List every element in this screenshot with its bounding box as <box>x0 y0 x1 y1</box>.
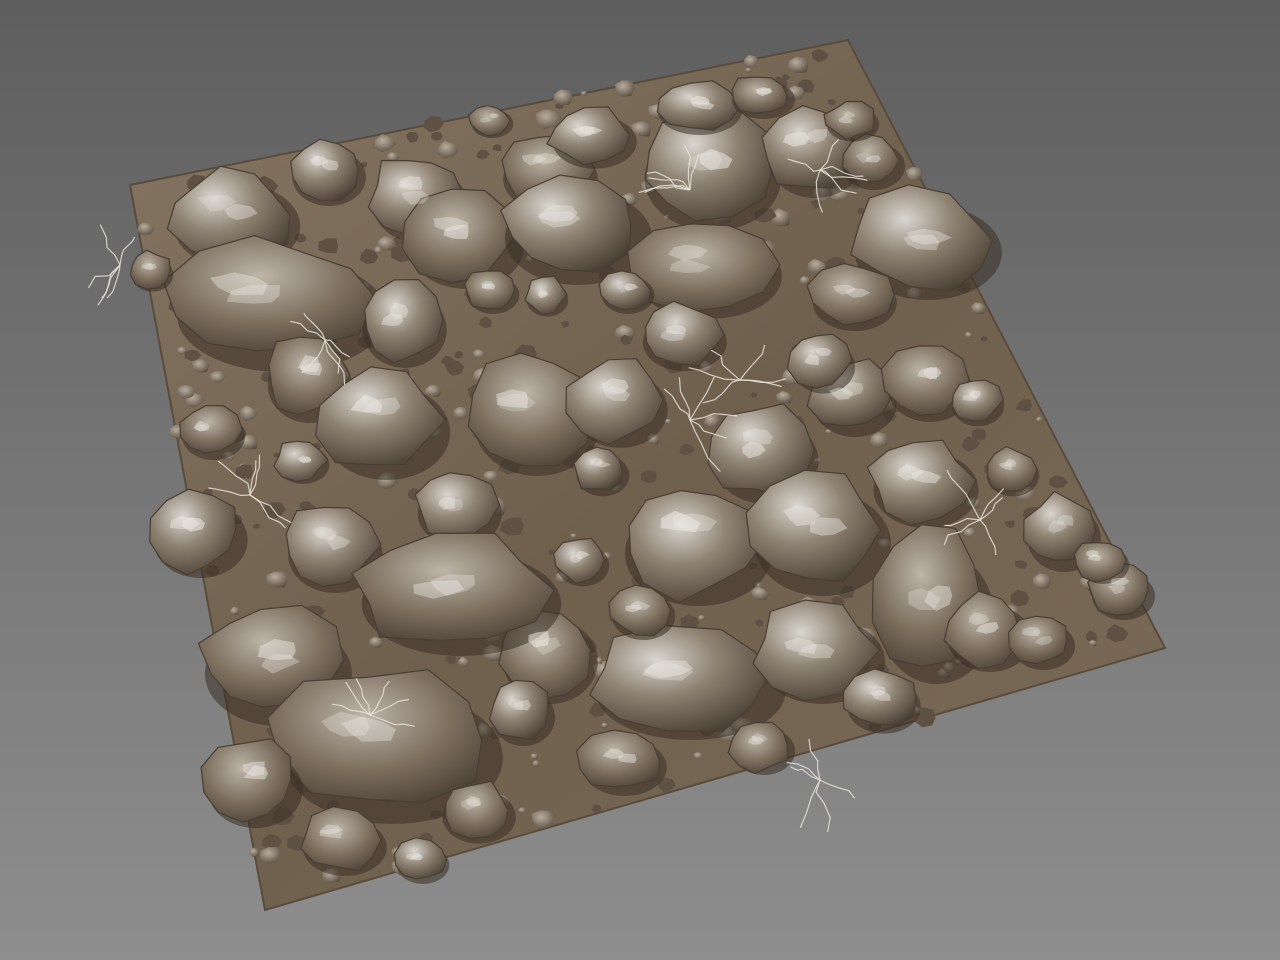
rock <box>464 270 516 310</box>
render-viewport <box>0 0 1280 960</box>
rock <box>731 76 788 114</box>
rock-terrain-render <box>0 0 1280 960</box>
